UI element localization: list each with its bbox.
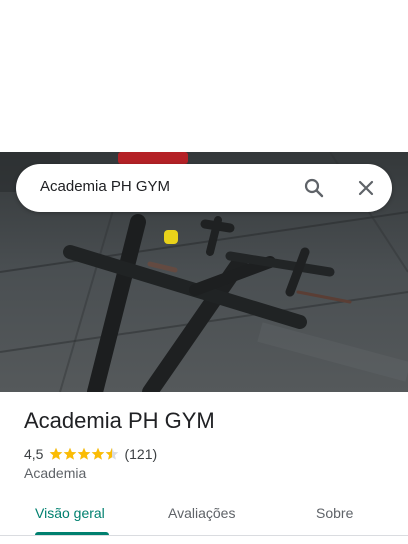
star-icon <box>106 447 119 460</box>
rating-value: 4,5 <box>24 446 44 462</box>
tab-label: Sobre <box>316 505 354 521</box>
tab-reviews[interactable]: Avaliações <box>158 492 250 538</box>
tabs-divider <box>0 535 408 536</box>
maps-place-page: Academia PH GYM Academia PH GYM 4,5 (121… <box>0 0 408 544</box>
search-button[interactable] <box>302 176 326 200</box>
star-icon <box>64 447 77 460</box>
star-icon <box>50 447 63 460</box>
place-title: Academia PH GYM <box>24 408 215 433</box>
rating-stars <box>49 447 119 461</box>
close-icon <box>358 180 374 196</box>
rating-row[interactable]: 4,5 (121) <box>24 445 157 463</box>
search-bar[interactable]: Academia PH GYM <box>16 164 392 212</box>
close-button[interactable] <box>354 176 378 200</box>
search-query[interactable]: Academia PH GYM <box>40 178 170 195</box>
review-count[interactable]: (121) <box>124 446 157 462</box>
tab-about[interactable]: Sobre <box>306 492 366 538</box>
star-icon <box>78 447 91 460</box>
place-tabs: Visão geral Avaliações Sobre <box>0 492 408 538</box>
tab-label: Avaliações <box>168 505 236 521</box>
tab-label: Visão geral <box>35 505 105 521</box>
star-icon <box>92 447 105 460</box>
place-category[interactable]: Academia <box>24 465 86 481</box>
search-icon <box>304 178 324 198</box>
